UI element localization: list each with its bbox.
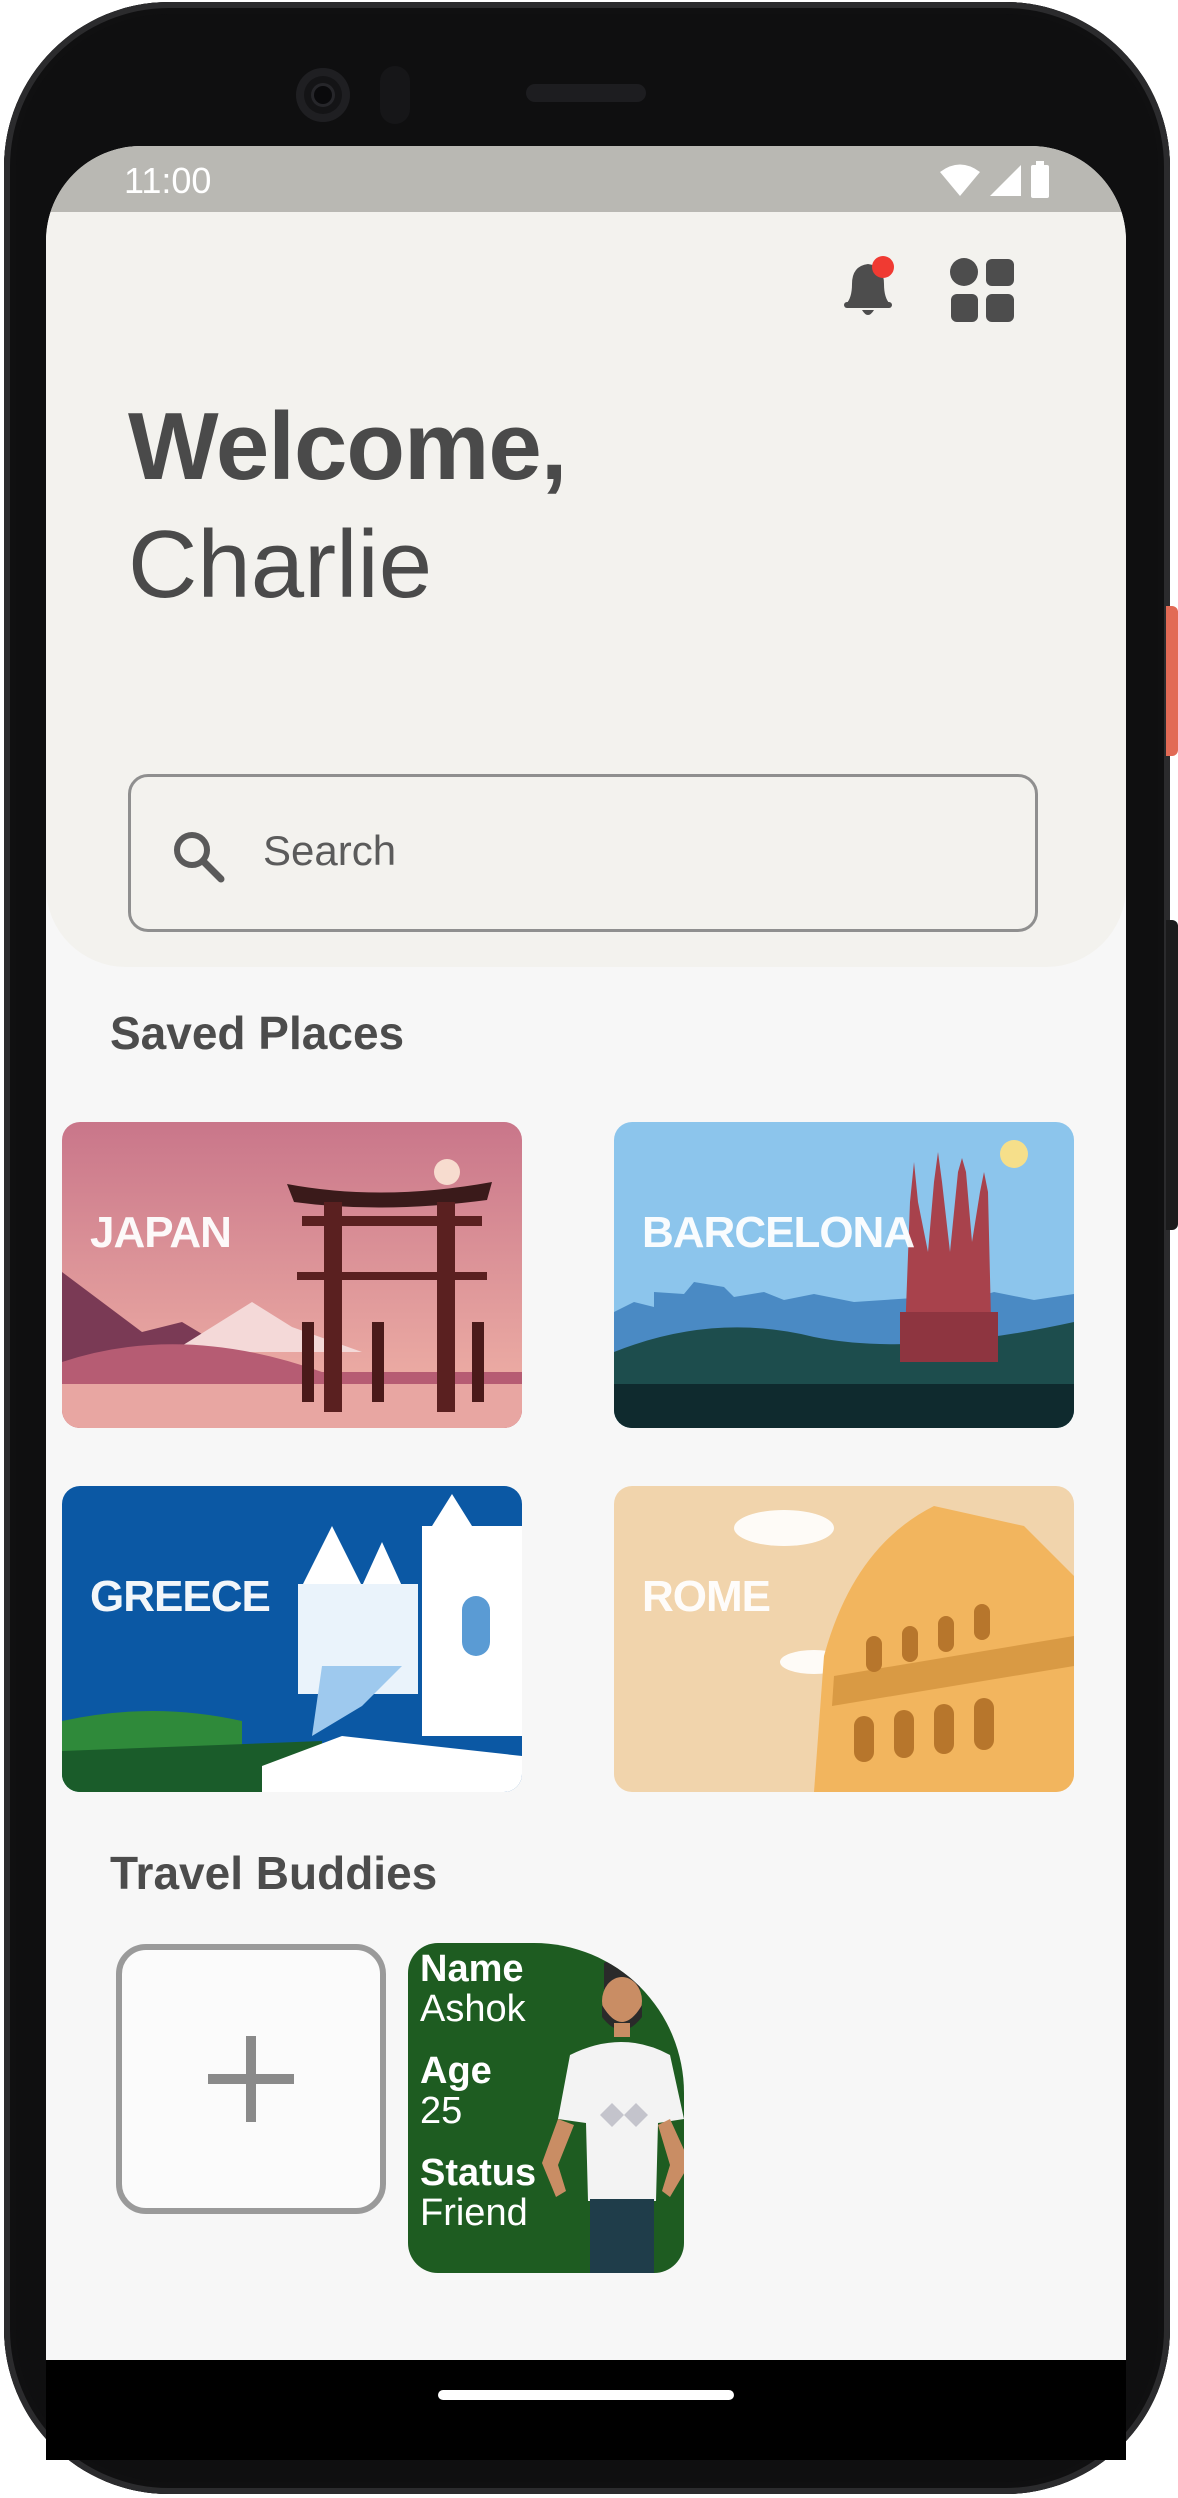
dashboard-grid-icon[interactable] bbox=[948, 256, 1018, 326]
front-camera bbox=[296, 68, 350, 122]
buddy-avatar-illustration bbox=[542, 1958, 684, 2273]
place-card-barcelona[interactable]: BARCELONA bbox=[614, 1122, 1074, 1428]
place-label: GREECE bbox=[90, 1572, 271, 1621]
app-screen: 11:00 Welcome, Charlie Search Saved Plac… bbox=[46, 146, 1126, 2446]
greece-illustration bbox=[62, 1486, 522, 1792]
add-buddy-button[interactable] bbox=[116, 1944, 386, 2214]
notification-dot bbox=[872, 256, 894, 278]
place-label: JAPAN bbox=[90, 1208, 232, 1257]
buddy-card[interactable]: Name Ashok Age 25 Status Friend bbox=[408, 1943, 684, 2273]
status-time: 11:00 bbox=[124, 160, 212, 201]
wifi-icon bbox=[940, 164, 980, 196]
welcome-heading: Welcome, bbox=[128, 393, 567, 500]
place-card-greece[interactable]: GREECE bbox=[62, 1486, 522, 1792]
rome-illustration bbox=[614, 1486, 1074, 1792]
saved-places-title: Saved Places bbox=[110, 1007, 405, 1059]
navigation-bar bbox=[46, 2360, 1126, 2460]
status-icons bbox=[940, 160, 1050, 200]
battery-icon bbox=[1031, 161, 1049, 198]
place-card-rome[interactable]: ROME bbox=[614, 1486, 1074, 1792]
place-card-japan[interactable]: JAPAN bbox=[62, 1122, 522, 1428]
plus-icon bbox=[208, 2036, 294, 2122]
travel-buddies-title: Travel Buddies bbox=[110, 1847, 438, 1899]
signal-icon bbox=[990, 165, 1021, 196]
header-card: Welcome, Charlie Search bbox=[46, 212, 1126, 967]
search-icon bbox=[174, 832, 225, 883]
user-name: Charlie bbox=[128, 511, 433, 618]
japan-illustration bbox=[62, 1122, 522, 1428]
notification-bell-icon[interactable] bbox=[838, 254, 898, 324]
proximity-sensor bbox=[380, 66, 410, 124]
place-label: ROME bbox=[642, 1572, 771, 1621]
volume-button bbox=[1166, 920, 1178, 1230]
power-button bbox=[1166, 606, 1178, 756]
search-input[interactable]: Search bbox=[128, 774, 1038, 932]
home-indicator[interactable] bbox=[438, 2390, 734, 2400]
earpiece-speaker bbox=[526, 84, 646, 102]
search-placeholder: Search bbox=[263, 827, 397, 874]
status-bar: 11:00 bbox=[46, 146, 1126, 212]
barcelona-illustration bbox=[614, 1122, 1074, 1428]
place-label: BARCELONA bbox=[642, 1208, 915, 1257]
